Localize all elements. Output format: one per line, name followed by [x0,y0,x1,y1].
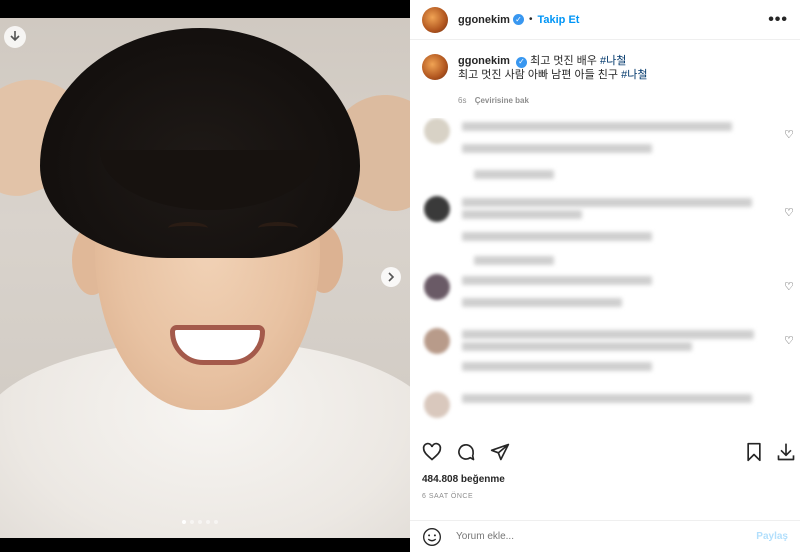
comment-heart-icon[interactable]: ♡ [784,280,796,293]
comment-input[interactable] [456,531,736,542]
photo-top-border [0,0,410,18]
post-timestamp: 6 SAAT ÖNCE [422,493,474,500]
caption-username[interactable]: ggonekim [458,55,510,67]
comment-icon[interactable] [456,442,476,462]
see-translation-link[interactable]: Çevirisine bak [475,96,529,105]
comment-avatar[interactable] [424,392,450,418]
likes-count[interactable]: 484.808 beğenme [422,474,505,485]
blurred-comment-meta [462,298,622,307]
action-bar-right [744,442,796,462]
comment-item [422,392,796,422]
post-header: ggonekim ✓ • Takip Et ••• [410,0,800,40]
action-bar [422,440,796,464]
share-button[interactable]: Paylaş [756,531,788,542]
caption-avatar[interactable] [422,54,448,80]
blurred-comment-text [462,330,754,339]
comment-avatar[interactable] [424,118,450,144]
caption-age: 6s [458,96,467,105]
photo-eye-right [258,222,298,234]
carousel-dot [206,520,210,524]
comment-heart-icon[interactable]: ♡ [784,334,796,347]
verified-icon: ✓ [516,56,528,68]
download-icon[interactable] [776,442,796,462]
carousel-dot [198,520,202,524]
photo-eye-left [168,222,208,234]
hashtag-link[interactable]: #나철 [621,69,647,81]
avatar[interactable] [422,6,448,33]
caption-text: ggonekim ✓ 최고 멋진 배우 #나철 최고 멋진 사람 아빠 남편 아… [458,54,647,108]
separator: • [528,14,533,25]
comments-list: ♡ ♡ ♡ ♡ [422,118,796,430]
caption-meta: 6s Çevirisine bak [458,94,647,108]
blurred-comment-text [462,198,752,207]
caption-line-2: 최고 멋진 사람 아빠 남편 아들 친구 [458,69,622,81]
verified-icon: ✓ [512,14,524,25]
post-panel: ggonekim ✓ • Takip Et ••• ggonekim ✓ 최고 … [410,0,800,552]
blurred-comment-text [462,394,752,403]
comment-item: ♡ [422,274,796,328]
blurred-comment-meta [462,144,652,153]
comment-item: ♡ [422,118,796,196]
comment-heart-icon[interactable]: ♡ [784,206,796,219]
caption: ggonekim ✓ 최고 멋진 배우 #나철 최고 멋진 사람 아빠 남편 아… [422,54,792,108]
blurred-comment-text [462,276,652,285]
chevron-right-icon[interactable] [381,267,401,287]
carousel-indicator [182,520,218,524]
comment-heart-icon[interactable]: ♡ [784,128,796,141]
carousel-dot [214,520,218,524]
blurred-reply-link [474,170,554,179]
blurred-reply-link [474,256,554,265]
carousel-dot [190,520,194,524]
comment-composer: Paylaş [410,520,800,552]
carousel-dot [182,520,186,524]
comment-item: ♡ [422,328,796,392]
comment-item: ♡ [422,196,796,274]
blurred-comment-text [462,122,732,131]
comment-avatar[interactable] [424,328,450,354]
hashtag-link[interactable]: #나철 [600,55,626,67]
blurred-comment-meta [462,232,652,241]
photo-bottom-border [0,538,410,552]
emoji-icon[interactable] [422,527,442,547]
blurred-comment-text [462,210,582,219]
more-options-icon[interactable]: ••• [768,11,788,29]
blurred-comment-meta [462,362,652,371]
send-icon[interactable] [490,442,510,462]
post-photo[interactable] [0,0,410,552]
caption-line-1: 최고 멋진 배우 [530,55,600,67]
blurred-comment-text [462,342,692,351]
download-icon[interactable] [4,26,26,48]
comment-avatar[interactable] [424,274,450,300]
username[interactable]: ggonekim [458,14,510,26]
bookmark-icon[interactable] [744,442,764,462]
follow-button[interactable]: Takip Et [537,14,579,26]
comment-avatar[interactable] [424,196,450,222]
heart-icon[interactable] [422,442,442,462]
